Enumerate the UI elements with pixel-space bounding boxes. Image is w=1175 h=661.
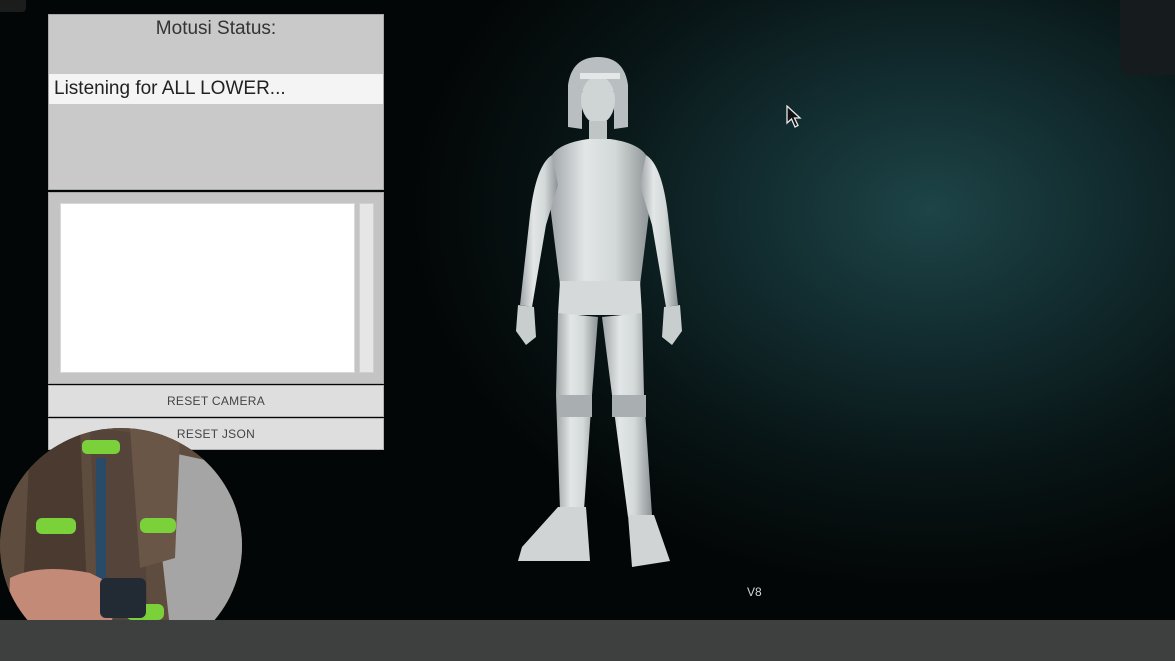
mouse-pointer-icon (786, 105, 802, 128)
status-panel: Motusi Status: Listening for ALL LOWER..… (48, 14, 384, 190)
taskbar (0, 620, 1175, 661)
status-message: Listening for ALL LOWER... (49, 74, 383, 104)
log-panel (48, 192, 384, 384)
status-title: Motusi Status: (155, 18, 277, 39)
version-label: V8 (747, 585, 762, 599)
window-corner-right (1120, 0, 1175, 75)
log-scrollbar[interactable] (359, 203, 374, 373)
avatar-figure[interactable] (500, 55, 700, 575)
reset-camera-button[interactable]: RESET CAMERA (48, 385, 384, 417)
window-corner-left (0, 0, 26, 12)
log-textarea[interactable] (60, 203, 355, 373)
